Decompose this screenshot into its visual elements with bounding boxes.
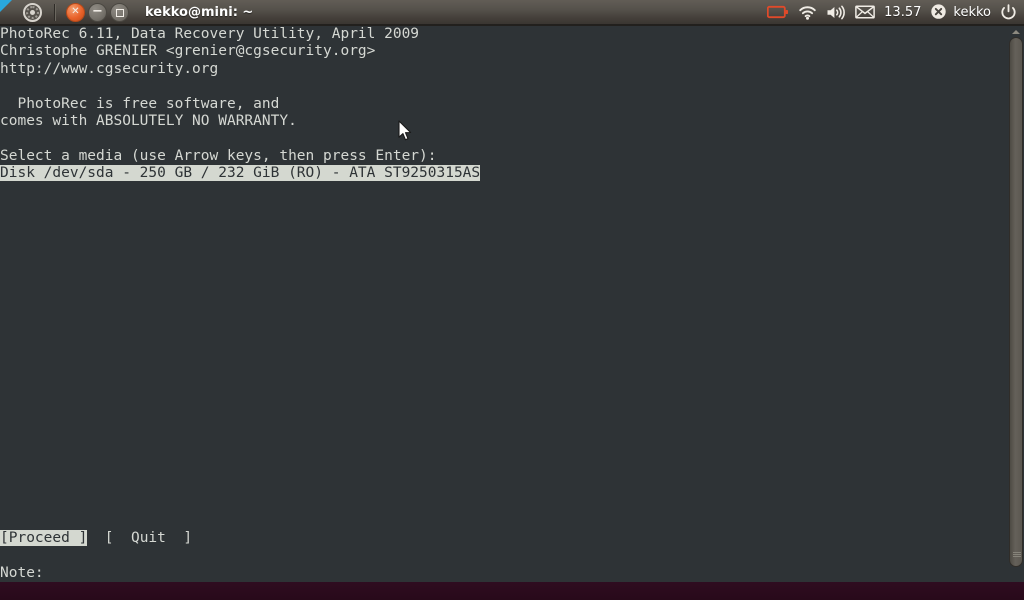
terminal-line-blank-6 <box>0 235 637 252</box>
terminal-line-author: Christophe GRENIER <grenier@cgsecurity.o… <box>0 43 376 60</box>
clock-label: 13.57 <box>884 4 922 20</box>
terminal-line-license-2: comes with ABSOLUTELY NO WARRANTY. <box>0 112 297 129</box>
power-icon <box>1001 3 1016 19</box>
terminal-line-blank-19 <box>0 461 637 478</box>
maximize-button[interactable] <box>110 2 129 22</box>
terminal-line-website: http://www.cgsecurity.org <box>0 60 219 77</box>
messaging-indicator[interactable] <box>930 1 947 23</box>
terminal-line-blank-after-buttons <box>0 548 637 565</box>
terminal-window[interactable]: PhotoRec 6.11, Data Recovery Utility, Ap… <box>0 26 1008 582</box>
clock-indicator[interactable]: 13.57 <box>884 1 921 23</box>
proceed-button[interactable]: [Proceed ] <box>0 530 88 547</box>
terminal-line-note-label <box>0 496 637 513</box>
top-panel: ✕ − kekko@mini: ~ 13.57 kekko <box>0 0 1024 26</box>
terminal-line-blank-20 <box>0 478 637 495</box>
terminal-line-blank-2 <box>0 130 637 147</box>
terminal-line-disk-entry: Disk /dev/sda - 250 GB / 232 GiB (RO) - … <box>0 165 637 182</box>
terminal-line-note-body-1 <box>0 513 637 530</box>
dialog-buttons-row: [Proceed ] [ Quit ] <box>0 530 637 547</box>
terminal-line-blank-11 <box>0 322 637 339</box>
terminal-line-blank-3 <box>0 183 637 200</box>
desktop-wallpaper-strip <box>0 582 1024 600</box>
quit-button[interactable]: [ Quit ] <box>105 530 192 546</box>
user-menu[interactable]: kekko <box>953 1 991 23</box>
corner-accent-triangle <box>0 0 12 12</box>
wifi-indicator[interactable] <box>798 1 817 23</box>
volume-indicator[interactable] <box>826 1 846 23</box>
terminal-line-blank-15 <box>0 391 637 408</box>
mail-indicator[interactable] <box>855 1 876 23</box>
scroll-up-arrow-icon[interactable] <box>1011 28 1021 35</box>
button-gap <box>87 530 104 546</box>
terminal-line-blank-17 <box>0 426 637 443</box>
volume-icon <box>827 5 846 19</box>
battery-icon <box>767 5 789 19</box>
terminal-line-blank-14 <box>0 374 637 391</box>
terminal-line-blank-16 <box>0 409 637 426</box>
note-heading: Note: <box>0 565 44 582</box>
terminal-line-blank-4 <box>0 200 637 217</box>
ubuntu-logo-icon[interactable] <box>23 2 42 22</box>
scrollbar-grip-icon <box>1013 552 1021 557</box>
maximize-icon <box>116 8 124 17</box>
desktop-screen: PhotoRec 6.11, Data Recovery Utility, Ap… <box>0 0 1024 600</box>
terminal-line-blank-18 <box>0 443 637 460</box>
terminal-line-blank-5 <box>0 217 637 234</box>
minimize-button[interactable]: − <box>88 2 107 22</box>
terminal-line-blank-1 <box>0 78 637 95</box>
close-button[interactable]: ✕ <box>66 2 85 22</box>
envelope-icon <box>855 5 876 19</box>
selected-disk-entry[interactable]: Disk /dev/sda - 250 GB / 232 GiB (RO) - … <box>0 165 481 182</box>
messaging-icon <box>931 4 947 19</box>
terminal-text-buffer: PhotoRec 6.11, Data Recovery Utility, Ap… <box>0 26 637 582</box>
terminal-line-app-header: PhotoRec 6.11, Data Recovery Utility, Ap… <box>0 26 420 42</box>
terminal-line-blank-9 <box>0 287 637 304</box>
terminal-line-blank-10 <box>0 304 637 321</box>
terminal-line-blank-8 <box>0 269 637 286</box>
power-menu[interactable] <box>1000 1 1017 23</box>
window-controls: ✕ − <box>66 2 129 22</box>
system-tray: 13.57 kekko <box>767 1 1017 23</box>
terminal-line-blank-12 <box>0 339 637 356</box>
wifi-icon <box>799 5 816 20</box>
minimize-icon: − <box>92 3 103 19</box>
terminal-line-blank-7 <box>0 252 637 269</box>
window-title: kekko@mini: ~ <box>145 4 254 20</box>
close-icon: ✕ <box>71 6 80 17</box>
terminal-scrollbar[interactable] <box>1008 26 1024 582</box>
scrollbar-thumb[interactable] <box>1009 37 1023 567</box>
terminal-line-blank-13 <box>0 356 637 373</box>
username-label: kekko <box>953 4 991 20</box>
terminal-line-prompt: Select a media (use Arrow keys, then pre… <box>0 147 437 164</box>
battery-indicator[interactable] <box>767 1 789 23</box>
terminal-line-license-1: PhotoRec is free software, and <box>0 95 280 112</box>
panel-divider <box>54 3 56 21</box>
